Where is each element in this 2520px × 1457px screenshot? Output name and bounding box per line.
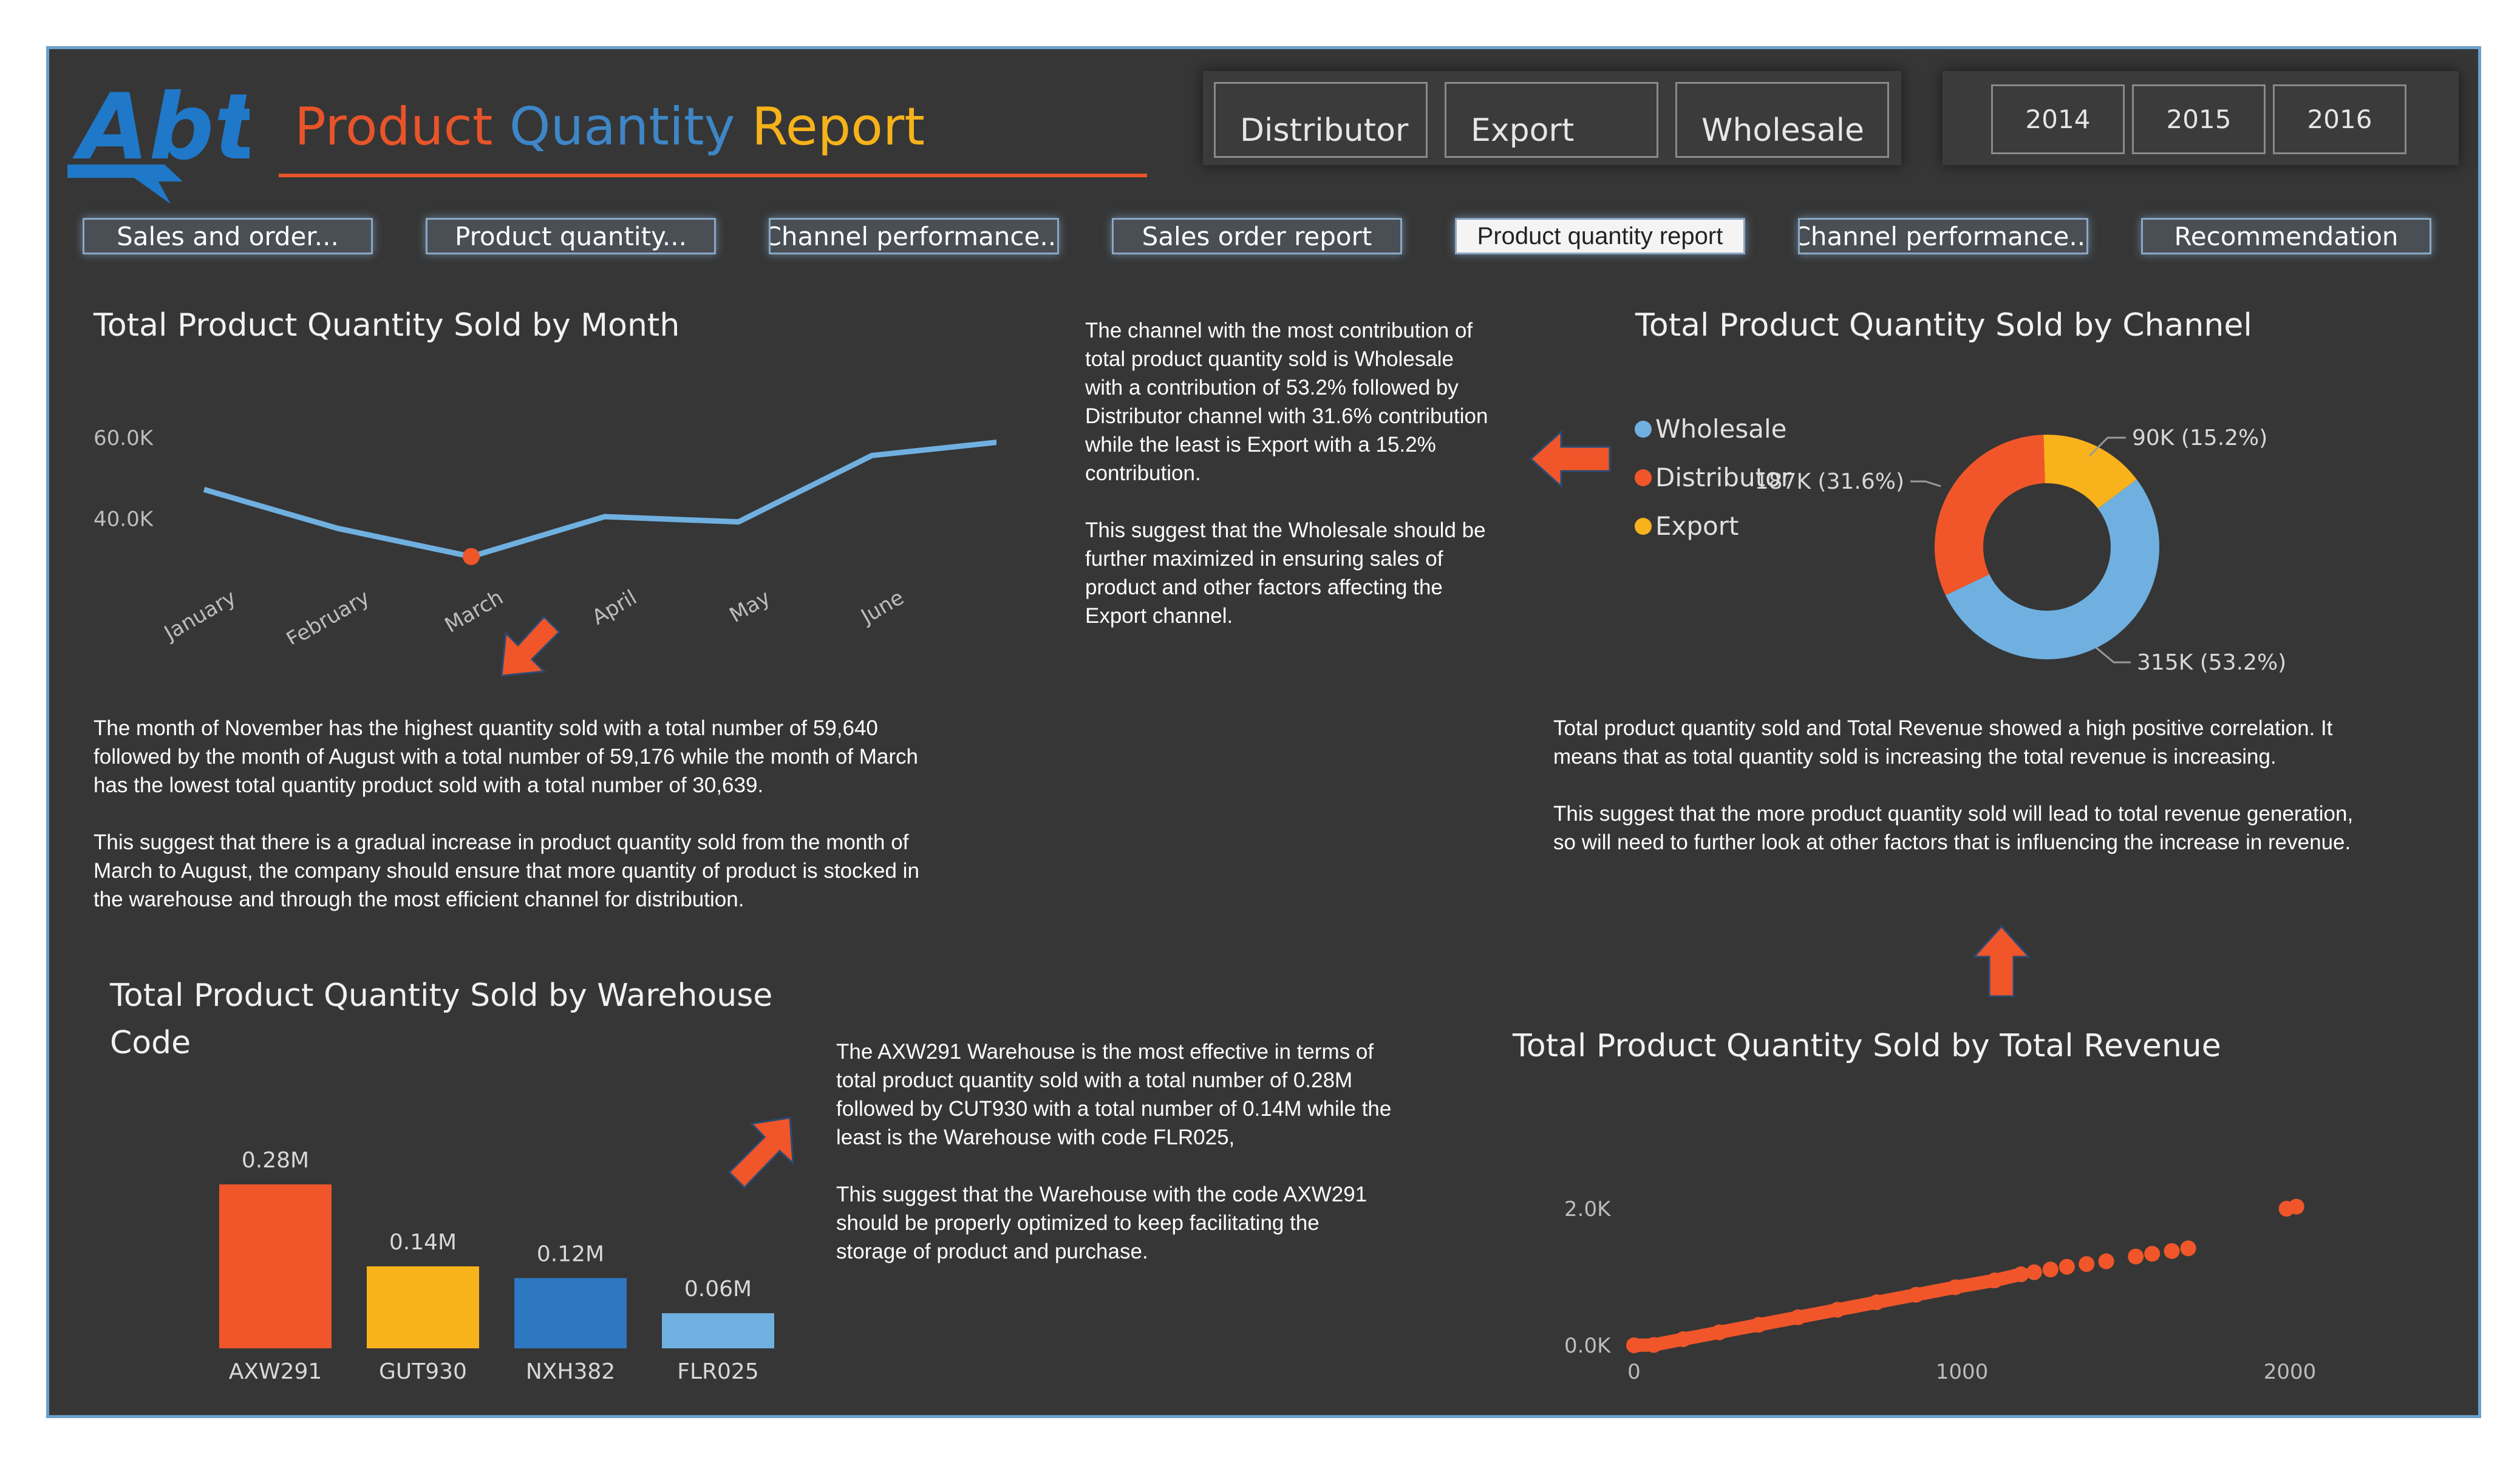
x-tick-label: 2000 <box>2264 1360 2317 1384</box>
page-title: Product Quantity Report <box>295 97 925 157</box>
nav-channel-performance-2[interactable]: Channel performance... <box>1798 218 2088 254</box>
slicer-year-2014[interactable]: 2014 <box>1991 84 2125 154</box>
channel-chart-title: Total Product Quantity Sold by Channel <box>1635 307 2252 344</box>
x-tick-label: June <box>856 585 908 630</box>
slicer-wholesale[interactable]: Wholesale <box>1675 82 1889 158</box>
title-word-1: Product <box>295 97 493 157</box>
scatter-point <box>2098 1253 2114 1269</box>
bar-flr025 <box>662 1313 774 1348</box>
x-tick-label: May <box>726 585 775 628</box>
bar-data-label: 0.06M <box>684 1277 752 1302</box>
bar-axw291 <box>219 1184 332 1348</box>
abt-logo: Abt <box>67 75 250 204</box>
scatter-point <box>2079 1256 2095 1272</box>
scatter-point <box>1947 1279 1964 1296</box>
scatter-point <box>1711 1324 1728 1340</box>
nav-recommendation[interactable]: Recommendation <box>2141 218 2431 254</box>
warehouse-chart-title: Total Product Quantity Sold by Warehouse… <box>110 972 772 1067</box>
highlight-point <box>463 548 480 565</box>
y-tick-label: 2.0K <box>1564 1197 1612 1221</box>
dashboard: Abt Product Quantity Report Distributor … <box>46 46 2481 1418</box>
bar-nxh382 <box>514 1278 627 1348</box>
scatter-point <box>1646 1337 1662 1353</box>
month-chart-title: Total Product Quantity Sold by Month <box>94 307 680 344</box>
scatter-point <box>1675 1331 1691 1347</box>
year-slicer: 2014 2015 2016 <box>1943 71 2459 165</box>
legend-marker <box>1635 518 1652 535</box>
y-tick-label: 60.0K <box>94 426 154 450</box>
scatter-point <box>2144 1246 2161 1262</box>
donut-slice-distributor <box>1935 435 2045 596</box>
arrow-up-icon <box>1972 925 2031 997</box>
scatter-point <box>1626 1337 1642 1353</box>
slicer-distributor[interactable]: Distributor <box>1214 82 1428 158</box>
scatter-point <box>2026 1264 2042 1280</box>
bar-gut930 <box>367 1266 479 1348</box>
bar-data-label: 0.12M <box>537 1241 604 1266</box>
x-tick-label: April <box>588 585 641 630</box>
scatter-point <box>2180 1240 2196 1257</box>
scatter-point <box>1790 1309 1806 1325</box>
data-label-distributor: 187K (31.6%) <box>1755 469 1904 494</box>
warehouse-chart-title-line2: Code <box>110 1025 191 1061</box>
channel-donut-chart: WholesaleDistributorExport90K (15.2%)187… <box>1635 414 2286 675</box>
nav-sales-order-report[interactable]: Sales order report <box>1112 218 1402 254</box>
slicer-year-2015[interactable]: 2015 <box>2132 84 2266 154</box>
channel-insight-text: The channel with the most contribution o… <box>1085 319 1488 628</box>
legend-label: Export <box>1655 511 1738 541</box>
scatter-point <box>2042 1262 2059 1278</box>
x-tick-label: 0 <box>1627 1360 1641 1384</box>
revenue-chart-title: Total Product Quantity Sold by Total Rev… <box>1513 1028 2221 1064</box>
data-label-wholesale: 315K (53.2%) <box>2137 650 2286 675</box>
scatter-point <box>1908 1286 1924 1303</box>
x-tick-label: 1000 <box>1936 1360 1989 1384</box>
legend-marker <box>1635 421 1652 438</box>
warehouse-chart-title-line1: Total Product Quantity Sold by Warehouse <box>110 977 773 1014</box>
scatter-point <box>2288 1198 2304 1215</box>
scatter-point <box>1868 1294 1885 1311</box>
legend-label: Wholesale <box>1655 414 1786 444</box>
warehouse-bar-chart: 0.28M AXW291 0.14M GUT930 0.12M NXH382 0.06M FL… <box>219 1148 774 1384</box>
slicer-export[interactable]: Export <box>1445 82 1658 158</box>
month-line-chart: 60.0K40.0KJanuary February March April May Ju… <box>94 426 996 644</box>
y-tick-label: 40.0K <box>94 507 154 531</box>
scatter-point <box>1829 1302 1845 1318</box>
slicer-year-2016[interactable]: 2016 <box>2273 84 2406 154</box>
scatter-point <box>2164 1243 2180 1259</box>
arrow-down-left-icon <box>500 615 561 677</box>
title-word-2: Quantity <box>509 97 735 157</box>
x-tick-label: AXW291 <box>229 1359 322 1384</box>
nav-channel-performance-1[interactable]: Channel performance... <box>769 218 1059 254</box>
legend-marker <box>1635 469 1652 486</box>
logo-bolt-icon <box>67 165 183 204</box>
month-insight-text: The month of November has the highest qu… <box>94 716 919 911</box>
arrow-up-right-icon <box>727 1116 794 1189</box>
x-tick-label: February <box>282 585 373 644</box>
x-tick-label: January <box>159 585 240 644</box>
scatter-point <box>2128 1248 2144 1265</box>
y-tick-label: 0.0K <box>1564 1334 1612 1358</box>
x-tick-label: GUT930 <box>379 1359 467 1384</box>
scatter-point <box>1987 1272 2003 1289</box>
channel-slicer: Distributor Export Wholesale <box>1203 71 1901 165</box>
scatter-point <box>2059 1258 2075 1275</box>
revenue-scatter-chart: 2.0K 0.0K 0 1000 2000 <box>1564 1197 2317 1384</box>
nav-product-quantity-report[interactable]: Product quantity report <box>1455 218 1745 254</box>
x-tick-label: FLR025 <box>677 1359 759 1384</box>
nav-product-quantity[interactable]: Product quantity... <box>426 218 716 254</box>
warehouse-insight-text: The AXW291 Warehouse is the most effecti… <box>836 1040 1392 1263</box>
month-series-line <box>203 440 996 560</box>
arrow-left-icon <box>1529 429 1611 489</box>
scatter-point <box>1751 1317 1767 1333</box>
x-tick-label: NXH382 <box>526 1359 615 1384</box>
title-underline <box>279 174 1147 177</box>
revenue-insight-text: Total product quantity sold and Total Re… <box>1553 716 2354 854</box>
data-label-export: 90K (15.2%) <box>2132 426 2267 450</box>
title-word-3: Report <box>751 97 925 157</box>
logo-text: Abt <box>72 75 250 180</box>
bar-data-label: 0.14M <box>389 1230 457 1255</box>
nav-sales-and-order[interactable]: Sales and order... <box>83 218 373 254</box>
bar-data-label: 0.28M <box>242 1148 309 1173</box>
